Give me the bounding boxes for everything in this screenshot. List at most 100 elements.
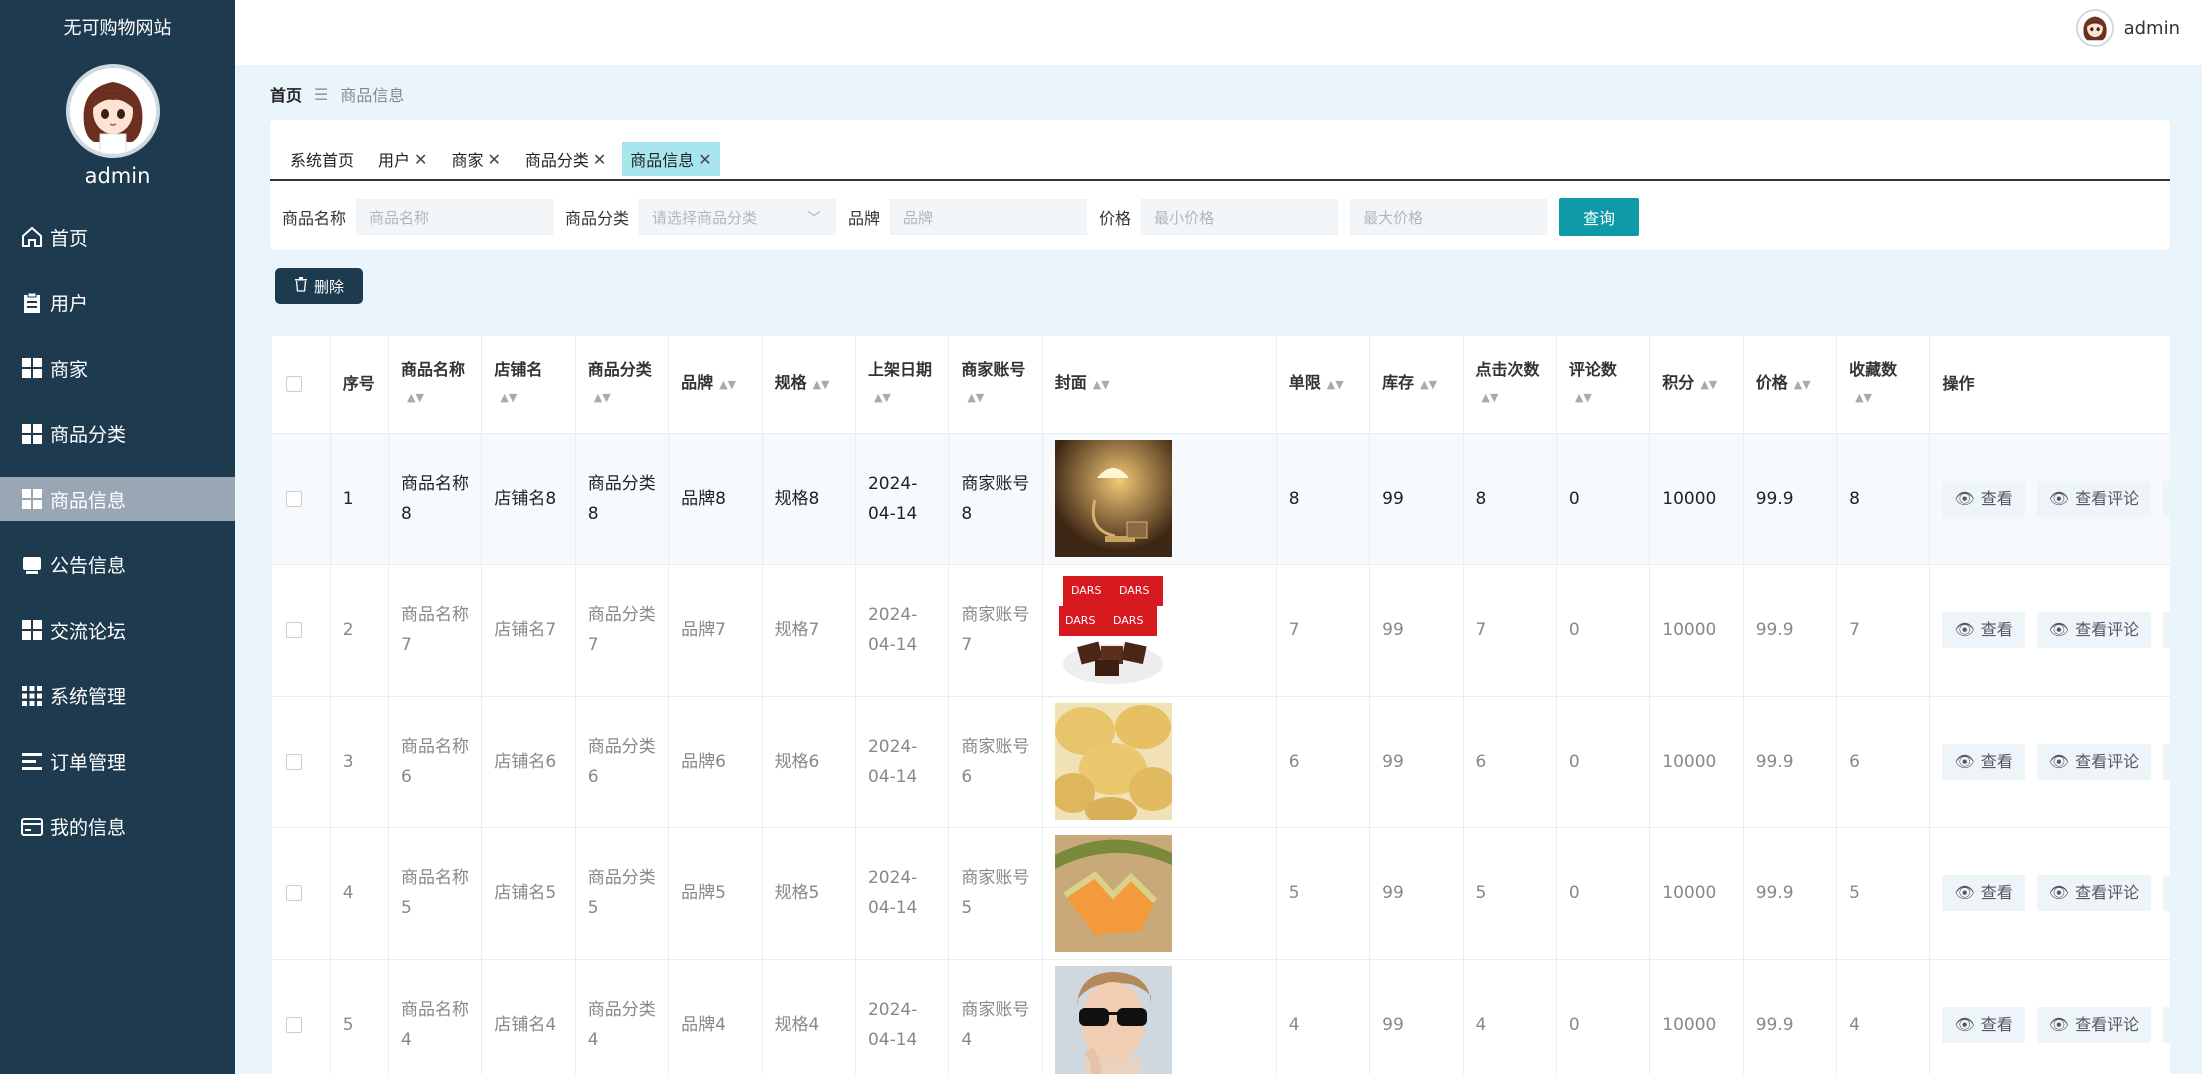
table-row[interactable]: 3 商品名称6 店铺名6 商品分类6 品牌6 规格6 2024-04-14 商家账号6 6 99 6… xyxy=(272,696,2170,828)
view-button[interactable]: 👁 查看 xyxy=(1942,480,2025,517)
close-icon[interactable]: ✕ xyxy=(593,150,606,169)
more-action-button[interactable]: × xyxy=(2163,743,2170,780)
tab-users[interactable]: 用户 ✕ xyxy=(370,142,436,176)
table-row[interactable]: 5 商品名称4 店铺名4 商品分类4 品牌4 规格4 2024-04-14 商家账号4 4 99 4… xyxy=(272,959,2170,1074)
sidebar-item-products[interactable]: 商品信息 xyxy=(0,477,235,521)
sort-icon[interactable]: ▲▼ xyxy=(500,385,517,411)
sort-icon[interactable]: ▲▼ xyxy=(1327,372,1344,398)
sort-icon[interactable]: ▲▼ xyxy=(1700,372,1717,398)
column-header[interactable]: 单限 ▲▼ xyxy=(1276,336,1371,434)
close-icon[interactable]: ✕ xyxy=(487,150,500,169)
view-comments-button[interactable]: 👁 查看评论 xyxy=(2036,1006,2152,1043)
avatar[interactable] xyxy=(66,64,160,158)
sort-icon[interactable]: ▲▼ xyxy=(719,372,736,398)
name-input[interactable]: 商品名称 xyxy=(356,199,554,235)
tab-products[interactable]: 商品信息 ✕ xyxy=(622,142,720,176)
row-select-cell[interactable] xyxy=(272,433,331,565)
sort-icon[interactable]: ▲▼ xyxy=(1093,372,1110,398)
product-cover-image[interactable] xyxy=(1054,703,1172,821)
sidebar-item-profile[interactable]: 我的信息 xyxy=(0,805,235,849)
table-row[interactable]: 1 商品名称8 店铺名8 商品分类8 品牌8 规格8 2024-04-14 商家账号8 8 99 8… xyxy=(272,433,2170,565)
avatar[interactable] xyxy=(2075,9,2114,47)
close-icon[interactable]: ✕ xyxy=(698,150,711,169)
column-header[interactable]: 点击次数 ▲▼ xyxy=(1463,336,1557,434)
close-icon[interactable]: ✕ xyxy=(414,150,427,169)
sidebar-item-system[interactable]: 系统管理 xyxy=(0,674,235,718)
delete-button[interactable]: 删除 xyxy=(275,268,363,304)
more-action-button[interactable]: × xyxy=(2163,612,2170,649)
sort-icon[interactable]: ▲▼ xyxy=(1855,385,1872,411)
more-action-button[interactable]: × xyxy=(2163,1006,2170,1043)
sort-icon[interactable]: ▲▼ xyxy=(1420,372,1437,398)
row-checkbox[interactable] xyxy=(286,622,302,639)
sort-icon[interactable]: ▲▼ xyxy=(967,385,984,411)
column-header[interactable]: 品牌 ▲▼ xyxy=(668,336,763,434)
column-header[interactable]: 封面 ▲▼ xyxy=(1042,336,1277,434)
sidebar-item-forum[interactable]: 交流论坛 xyxy=(0,608,235,652)
view-button[interactable]: 👁 查看 xyxy=(1942,1006,2025,1043)
column-header[interactable]: 商家账号 ▲▼ xyxy=(948,336,1043,434)
sidebar-item-notices[interactable]: 公告信息 xyxy=(0,543,235,587)
sort-icon[interactable]: ▲▼ xyxy=(813,372,830,398)
cell-price: 99.9 xyxy=(1743,827,1838,960)
filter-panel: 系统首页 用户 ✕ 商家 ✕ 商品分类 ✕ 商品信息 ✕ 商品名称 商品名称 商品分类 … xyxy=(270,120,2170,250)
column-header[interactable]: 规格 ▲▼ xyxy=(762,336,856,434)
sidebar-item-orders[interactable]: 订单管理 xyxy=(0,739,235,783)
table-row[interactable]: 4 商品名称5 店铺名5 商品分类5 品牌5 规格5 2024-04-14 商家账号5 5 99 5… xyxy=(272,827,2170,960)
column-header[interactable]: 评论数 ▲▼ xyxy=(1556,336,1651,434)
select-all-checkbox[interactable] xyxy=(286,376,302,393)
column-header[interactable]: 上架日期 ▲▼ xyxy=(855,336,950,434)
product-cover-image[interactable]: DARS DARS DARS DARS xyxy=(1054,571,1172,689)
category-select[interactable]: 请选择商品分类 ﹀ xyxy=(639,199,837,235)
column-header[interactable]: 收藏数 ▲▼ xyxy=(1836,336,1931,434)
product-cover-image[interactable] xyxy=(1054,966,1172,1074)
product-cover-image[interactable] xyxy=(1054,440,1172,558)
row-select-cell[interactable] xyxy=(272,827,331,960)
sidebar-item-categories[interactable]: 商品分类 xyxy=(0,412,235,456)
view-comments-button[interactable]: 👁 查看评论 xyxy=(2036,875,2152,912)
column-header[interactable]: 商品分类 ▲▼ xyxy=(575,336,670,434)
product-cover-image[interactable] xyxy=(1054,834,1172,952)
select-all-cell[interactable] xyxy=(272,336,331,434)
row-select-cell[interactable] xyxy=(272,564,331,697)
sidebar-item-users[interactable]: 用户 xyxy=(0,281,235,325)
tab-system-home[interactable]: 系统首页 xyxy=(282,142,363,176)
sort-icon[interactable]: ▲▼ xyxy=(1794,372,1811,398)
view-button[interactable]: 👁 查看 xyxy=(1942,743,2025,780)
column-header[interactable]: 积分 ▲▼ xyxy=(1649,336,1744,434)
view-comments-button[interactable]: 👁 查看评论 xyxy=(2036,480,2152,517)
sidebar-item-home[interactable]: 首页 xyxy=(0,215,235,259)
view-button[interactable]: 👁 查看 xyxy=(1942,875,2025,912)
view-button[interactable]: 👁 查看 xyxy=(1942,612,2025,649)
row-checkbox[interactable] xyxy=(286,490,302,507)
row-checkbox[interactable] xyxy=(286,1016,302,1033)
sidebar-item-merchants[interactable]: 商家 xyxy=(0,346,235,390)
brand-input[interactable]: 品牌 xyxy=(890,199,1088,235)
row-checkbox[interactable] xyxy=(286,753,302,770)
max-price-input[interactable]: 最大价格 xyxy=(1350,199,1548,235)
column-header[interactable]: 价格 ▲▼ xyxy=(1743,336,1838,434)
sort-icon[interactable]: ▲▼ xyxy=(1575,385,1592,411)
tab-categories[interactable]: 商品分类 ✕ xyxy=(516,142,615,176)
query-button[interactable]: 查询 xyxy=(1559,198,1640,236)
sort-icon[interactable]: ▲▼ xyxy=(874,385,891,411)
row-select-cell[interactable] xyxy=(272,696,331,828)
user-menu[interactable]: admin xyxy=(2075,9,2180,47)
row-select-cell[interactable] xyxy=(272,959,331,1074)
tab-merchants[interactable]: 商家 ✕ xyxy=(443,142,509,176)
breadcrumb-home[interactable]: 首页 xyxy=(270,82,302,106)
more-action-button[interactable]: × xyxy=(2163,480,2170,517)
column-header[interactable]: 库存 ▲▼ xyxy=(1369,336,1464,434)
column-header[interactable]: 店铺名 ▲▼ xyxy=(481,336,576,434)
column-header: 序号 xyxy=(330,336,390,434)
view-comments-button[interactable]: 👁 查看评论 xyxy=(2036,743,2152,780)
table-row[interactable]: 2 商品名称7 店铺名7 商品分类7 品牌7 规格7 2024-04-14 商家账号7 DARS… xyxy=(272,564,2170,697)
min-price-input[interactable]: 最小价格 xyxy=(1141,199,1339,235)
column-header[interactable]: 商品名称 ▲▼ xyxy=(388,336,483,434)
more-action-button[interactable]: × xyxy=(2163,875,2170,912)
view-comments-button[interactable]: 👁 查看评论 xyxy=(2036,612,2152,649)
row-checkbox[interactable] xyxy=(286,885,302,902)
sort-icon[interactable]: ▲▼ xyxy=(407,385,424,411)
sort-icon[interactable]: ▲▼ xyxy=(594,385,611,411)
sort-icon[interactable]: ▲▼ xyxy=(1482,385,1499,411)
